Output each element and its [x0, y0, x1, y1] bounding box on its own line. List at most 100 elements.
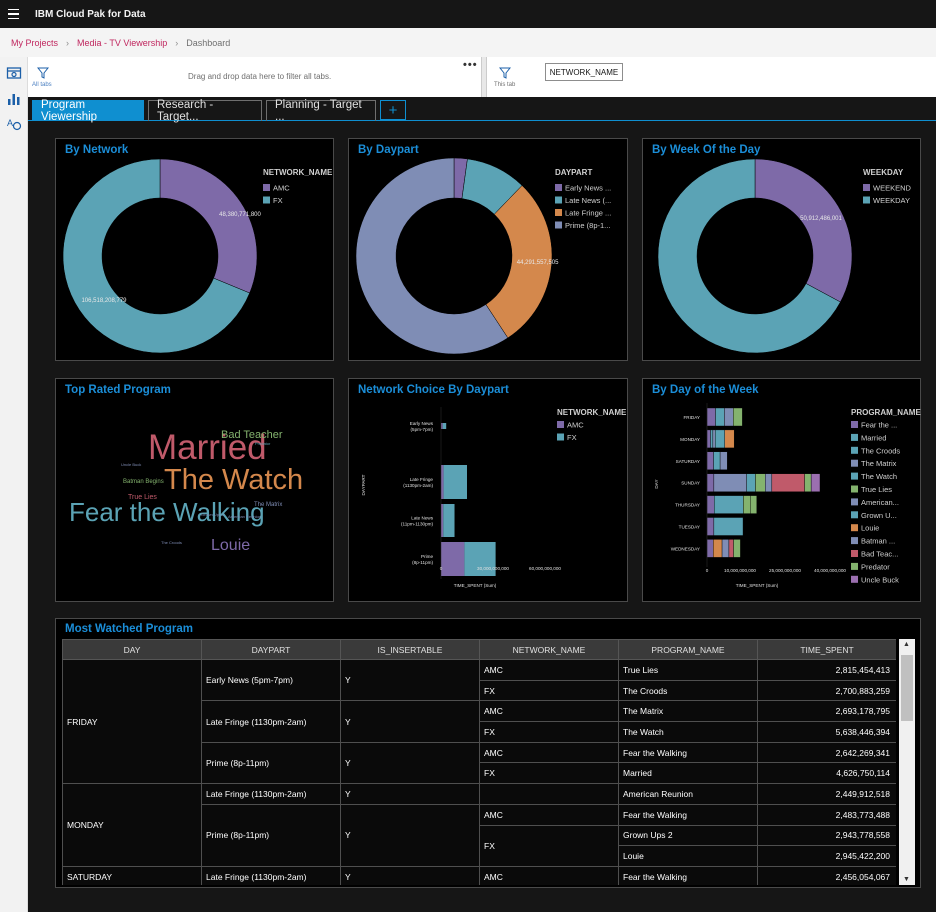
tab-research-target[interactable]: Research - Target... — [148, 99, 262, 123]
filter-divider[interactable] — [481, 57, 487, 97]
legend-label: American... — [861, 498, 899, 507]
donut-chart-svg: 50,912,486,001 WEEKDAY WEEKEND WEEKDAY — [657, 158, 912, 354]
bar-segment — [755, 473, 766, 492]
table-scrollbar[interactable]: ▲ ▼ — [899, 639, 915, 885]
bar-segment — [733, 539, 741, 558]
widgets-icon[interactable]: A — [6, 116, 22, 132]
cell-time-spent: 2,449,912,518 — [757, 783, 896, 805]
legend-swatch — [851, 446, 858, 454]
bar-segment — [743, 495, 751, 514]
tab-planning-target[interactable]: Planning - Target ... — [266, 99, 376, 123]
legend-label: Grown U... — [861, 511, 897, 520]
scrollbar-thumb[interactable] — [901, 655, 913, 721]
network-name-filter-chip[interactable]: NETWORK_NAME — [545, 63, 623, 81]
cell-time-spent: 2,456,054,067 — [757, 865, 896, 885]
category-label: (8p-11pm) — [412, 560, 433, 565]
column-header-program-name[interactable]: PROGRAM_NAME — [618, 639, 758, 660]
svg-text:A: A — [7, 118, 13, 128]
by-network-chart[interactable]: By Network 48,380,771,800 106,518,208,779… — [55, 138, 334, 361]
all-tabs-filter[interactable]: All tabs — [32, 65, 62, 93]
legend-label: AMC — [273, 184, 290, 193]
cell-daypart: Early News (5pm-7pm) — [201, 658, 341, 702]
cell-is-insertable: Y — [340, 783, 480, 805]
this-tab-filter[interactable]: This tab — [494, 65, 520, 93]
x-tick-label: 0 — [440, 566, 443, 571]
column-header-time-spent[interactable]: TIME_SPENT — [757, 639, 896, 660]
legend-label: The Matrix — [861, 459, 897, 468]
column-header-daypart[interactable]: DAYPART — [201, 639, 341, 660]
wordcloud-word: The Watch — [164, 464, 303, 496]
by-week-chart[interactable]: By Week Of the Day 50,912,486,001 WEEKDAY… — [642, 138, 921, 361]
cell-program-name: The Croods — [618, 679, 758, 702]
cell-time-spent: 2,943,778,558 — [757, 824, 896, 847]
more-options-icon[interactable]: ••• — [463, 59, 478, 71]
bar-segment — [441, 504, 444, 537]
bar-segment — [712, 429, 716, 449]
legend-swatch — [851, 472, 858, 480]
cell-daypart: Late Fringe (1130pm-2am) — [201, 865, 341, 885]
legend-swatch — [851, 524, 858, 532]
table-row[interactable]: FRIDAY Early News (5pm-7pm) Y AMC True Lies 2… — [62, 658, 896, 785]
by-day-of-week-chart[interactable]: By Day of the Week FRIDAY MONDAY SATURDAY S… — [642, 378, 921, 602]
legend-label: Bad Teac... — [861, 550, 898, 559]
legend-swatch — [555, 196, 562, 204]
breadcrumb-separator-icon: › — [175, 37, 179, 48]
x-axis-title: TIME_SPENT (Sum) — [736, 583, 779, 588]
legend-title: WEEKDAY — [863, 168, 904, 177]
breadcrumb-my-projects[interactable]: My Projects — [11, 38, 58, 48]
bar-segment — [706, 451, 714, 471]
scroll-up-arrow-icon[interactable]: ▲ — [903, 641, 910, 648]
cell-day: MONDAY — [62, 783, 202, 867]
cell-program-name: True Lies — [618, 659, 758, 681]
cell-network-name: AMC — [479, 803, 619, 826]
cell-daypart: Prime (8p-11pm) — [201, 803, 341, 867]
breadcrumb-separator-icon: › — [66, 37, 70, 48]
column-header-network-name[interactable]: NETWORK_NAME — [479, 639, 619, 660]
legend-label: WEEKDAY — [873, 196, 910, 205]
cell-network-name: AMC — [479, 865, 619, 885]
legend-title: DAYPART — [555, 168, 592, 177]
cell-is-insertable: Y — [340, 700, 480, 743]
bar-segment — [728, 539, 734, 558]
bar-segment — [719, 451, 728, 471]
bar-segment — [442, 423, 447, 429]
scroll-down-arrow-icon[interactable]: ▼ — [903, 876, 910, 883]
table-body: FRIDAY Early News (5pm-7pm) Y AMC True Lies 2… — [62, 658, 896, 885]
cell-is-insertable: Y — [340, 803, 480, 867]
cell-network-name: AMC — [479, 741, 619, 764]
legend-title: NETWORK_NAME — [263, 168, 333, 177]
category-label: (1130pm-2am) — [403, 483, 433, 488]
cell-network-name: FX — [479, 824, 619, 867]
breadcrumb-project[interactable]: Media - TV Viewership — [77, 38, 167, 48]
cell-program-name: Louie — [618, 845, 758, 867]
top-rated-program-wordcloud[interactable]: Top Rated Program Married The Watch Fear t… — [55, 378, 334, 602]
table-row[interactable]: MONDAY Late Fringe (1130pm-2am) Y American … — [62, 783, 896, 867]
visualizations-icon[interactable] — [6, 90, 22, 106]
table-row[interactable]: SATURDAY Late Fringe (1130pm-2am) Y AMC Fear… — [62, 865, 896, 885]
category-label: (11pm-1130pm) — [401, 522, 433, 527]
wordcloud-word: Batman Begins — [123, 479, 164, 485]
x-axis-title: TIME_SPENT (Sum) — [454, 583, 497, 588]
most-watched-program-table[interactable]: Most Watched Program DAY DAYPART IS_INSE… — [55, 618, 921, 888]
wordcloud-word: Uncle Buck — [121, 462, 141, 467]
network-choice-by-daypart-chart[interactable]: Network Choice By Daypart Early News (5pm… — [348, 378, 628, 602]
y-axis-title: DAY — [654, 479, 659, 488]
legend-swatch — [851, 550, 858, 557]
table-scroll-area[interactable]: DAY DAYPART IS_INSERTABLE NETWORK_NAME P… — [62, 639, 896, 885]
column-header-is-insertable[interactable]: IS_INSERTABLE — [340, 639, 480, 660]
hamburger-menu-icon[interactable] — [0, 0, 26, 28]
legend-label: Late News (... — [565, 196, 611, 205]
legend-swatch — [851, 485, 858, 493]
category-label: MONDAY — [680, 437, 700, 442]
bar-segment — [724, 407, 734, 427]
slice-value-label: 44,291,557,505 — [517, 260, 559, 266]
bar-chart-svg: Early News(5pm-7pm) Late Fringe(1130pm-2a… — [361, 407, 627, 588]
legend-swatch — [851, 421, 858, 428]
by-daypart-chart[interactable]: By Daypart 15,570,147,61644,291,557,505D… — [348, 138, 628, 361]
app-title: IBM Cloud Pak for Data — [35, 8, 146, 20]
add-tab-button[interactable]: + — [380, 100, 406, 120]
column-header-day[interactable]: DAY — [62, 639, 202, 660]
legend-swatch — [863, 196, 870, 204]
data-source-icon[interactable] — [6, 65, 22, 81]
tab-program-viewership[interactable]: Program Viewership — [32, 99, 144, 123]
